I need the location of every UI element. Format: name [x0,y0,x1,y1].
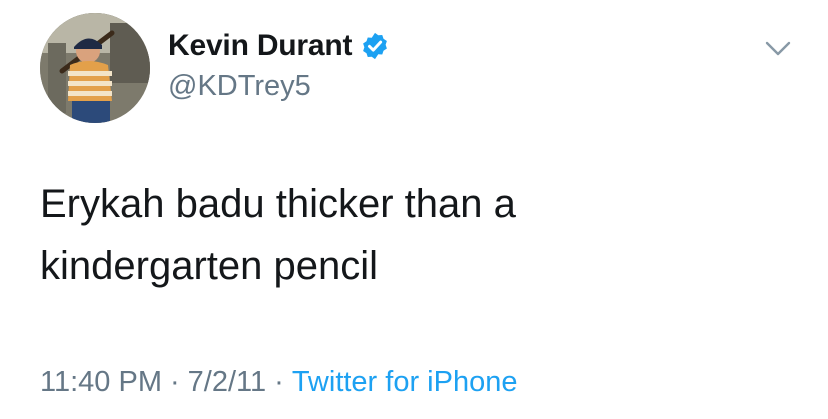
meta-separator: · [169,366,180,398]
avatar[interactable] [40,13,150,123]
display-name[interactable]: Kevin Durant [168,29,352,63]
tweet-meta: 11:40 PM · 7/2/11 · Twitter for iPhone [40,366,517,399]
avatar-image [40,13,150,123]
tweet-card: Kevin Durant @KDTrey5 Erykah badu thicke… [0,0,828,419]
author-handle[interactable]: @KDTrey5 [168,70,311,103]
tweet-date[interactable]: 7/2/11 [188,366,266,398]
tweet-source-link[interactable]: Twitter for iPhone [292,366,518,398]
verified-badge-icon [363,32,388,60]
tweet-time[interactable]: 11:40 PM [40,366,162,398]
meta-separator: · [274,366,284,398]
chevron-down-icon[interactable] [764,38,792,58]
tweet-text: Erykah badu thicker than a kindergarten … [40,182,516,288]
author-name-row[interactable]: Kevin Durant [168,26,390,66]
